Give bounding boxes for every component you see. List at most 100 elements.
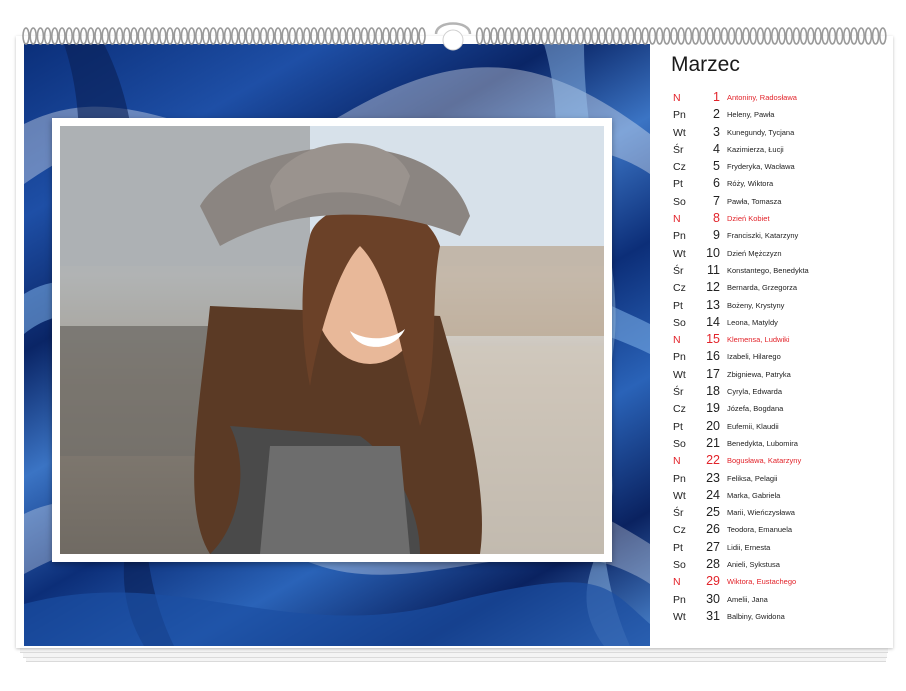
- day-number: 4: [713, 141, 720, 156]
- name-day-label: Bożeny, Krystyny: [727, 300, 785, 310]
- day-number: 31: [706, 608, 720, 623]
- day-number: 3: [713, 124, 720, 139]
- name-day-label: Balbiny, Gwidona: [727, 611, 785, 621]
- month-title: Marzec: [671, 53, 740, 76]
- weekday-label: So: [673, 437, 686, 450]
- name-day-label: Antoniny, Radosława: [727, 93, 797, 102]
- day-row: Cz 19 Józefa, Bogdana: [670, 401, 890, 418]
- day-number: 22: [706, 453, 720, 468]
- day-row: Cz 5 Fryderyka, Wacława: [670, 159, 890, 176]
- day-number: 7: [713, 193, 720, 208]
- portrait-photo: [60, 126, 604, 554]
- weekday-label: So: [673, 559, 686, 572]
- day-row: So 21 Benedykta, Lubomira: [670, 436, 890, 453]
- day-number: 12: [706, 280, 720, 295]
- name-day-label: Pawła, Tomasza: [727, 196, 782, 206]
- day-number: 25: [706, 505, 720, 520]
- name-day-label: Kunegundy, Tycjana: [727, 127, 795, 137]
- weekday-label: Wt: [673, 126, 686, 139]
- name-day-label: Leona, Matyldy: [727, 317, 778, 327]
- calendar-hanger: [434, 22, 472, 51]
- day-row: Wt 24 Marka, Gabriela: [670, 488, 890, 505]
- day-row: Wt 17 Zbigniewa, Patryka: [670, 367, 890, 384]
- weekday-label: Pn: [673, 230, 686, 243]
- day-list: N 1 Antoniny, Radosława Pn 2 Heleny, Pawła Wt 3…: [670, 90, 890, 626]
- day-number: 30: [706, 591, 720, 606]
- weekday-label: Wt: [673, 610, 686, 623]
- day-row: Pt 6 Róży, Wiktora: [670, 176, 890, 193]
- day-number: 10: [706, 245, 720, 260]
- name-day-label: Fryderyka, Wacława: [727, 162, 795, 172]
- day-row: N 8 Dzień Kobiet: [670, 211, 890, 228]
- day-row: Pn 2 Heleny, Pawła: [670, 107, 890, 124]
- day-number: 16: [706, 349, 720, 364]
- day-number: 21: [706, 435, 720, 450]
- weekday-label: Cz: [673, 403, 686, 416]
- day-number: 20: [706, 418, 720, 433]
- day-number: 8: [713, 211, 720, 226]
- day-row: Pn 30 Amelii, Jana: [670, 592, 890, 609]
- name-day-label: Klemensa, Ludwiki: [727, 335, 790, 345]
- day-row: N 29 Wiktora, Eustachego: [670, 574, 890, 591]
- weekday-label: Wt: [673, 368, 686, 381]
- day-number: 15: [706, 332, 720, 347]
- day-row: N 15 Klemensa, Ludwiki: [670, 332, 890, 349]
- day-number: 5: [713, 159, 720, 174]
- day-row: So 7 Pawła, Tomasza: [670, 194, 890, 211]
- day-row: Pt 13 Bożeny, Krystyny: [670, 298, 890, 315]
- weekday-label: Pn: [673, 109, 686, 122]
- day-number: 24: [706, 487, 720, 502]
- day-row: Śr 25 Marii, Wieńczysława: [670, 505, 890, 522]
- weekday-label: Pt: [673, 541, 683, 554]
- name-day-label: Heleny, Pawła: [727, 110, 775, 120]
- day-row: So 14 Leona, Matyldy: [670, 315, 890, 332]
- day-row: Cz 26 Teodora, Emanuela: [670, 522, 890, 539]
- weekday-label: Pt: [673, 299, 683, 312]
- day-row: Wt 10 Dzień Mężczyzn: [670, 246, 890, 263]
- day-number: 28: [706, 557, 720, 572]
- weekday-label: Pt: [673, 178, 683, 191]
- weekday-label: N: [673, 576, 681, 589]
- name-day-label: Feliksa, Pelagii: [727, 473, 778, 483]
- day-row: Wt 3 Kunegundy, Tycjana: [670, 125, 890, 142]
- day-number: 23: [706, 470, 720, 485]
- weekday-label: Pn: [673, 472, 686, 485]
- day-row: Pn 23 Feliksa, Pelagii: [670, 471, 890, 488]
- day-number: 18: [706, 384, 720, 399]
- day-row: Wt 31 Balbiny, Gwidona: [670, 609, 890, 626]
- weekday-label: N: [673, 334, 681, 347]
- weekday-label: So: [673, 195, 686, 208]
- day-number: 14: [706, 314, 720, 329]
- day-number: 17: [706, 366, 720, 381]
- name-day-label: Eufemii, Klaudii: [727, 421, 779, 431]
- name-day-label: Benedykta, Lubomira: [727, 438, 798, 448]
- calendar-page-stack: [26, 658, 886, 662]
- day-row: N 22 Bogusława, Katarzyny: [670, 453, 890, 470]
- name-day-label: Konstantego, Benedykta: [727, 265, 809, 275]
- day-row: Cz 12 Bernarda, Grzegorza: [670, 280, 890, 297]
- weekday-label: Pn: [673, 351, 686, 364]
- weekday-label: So: [673, 316, 686, 329]
- day-row: Pn 9 Franciszki, Katarzyny: [670, 228, 890, 245]
- name-day-label: Lidii, Ernesta: [727, 542, 771, 552]
- day-number: 9: [713, 228, 720, 243]
- weekday-label: Śr: [673, 143, 684, 156]
- weekday-label: Cz: [673, 161, 686, 174]
- day-row: Pt 20 Eufemii, Klaudii: [670, 419, 890, 436]
- weekday-label: Śr: [673, 264, 684, 277]
- name-day-label: Dzień Mężczyzn: [727, 248, 782, 258]
- weekday-label: Śr: [673, 507, 684, 520]
- weekday-label: N: [673, 213, 681, 226]
- name-day-label: Teodora, Emanuela: [727, 525, 793, 535]
- name-day-label: Kazimierza, Łucji: [727, 144, 784, 154]
- name-day-label: Cyryla, Edwarda: [727, 387, 783, 397]
- day-row: So 28 Anieli, Sykstusa: [670, 557, 890, 574]
- day-number: 11: [707, 262, 720, 277]
- calendar-page-stack: [20, 648, 888, 653]
- day-number: 6: [713, 176, 720, 191]
- day-number: 27: [706, 539, 720, 554]
- name-day-label: Bogusława, Katarzyny: [727, 456, 802, 466]
- name-day-label: Józefa, Bogdana: [727, 404, 784, 414]
- calendar-page-stack: [23, 653, 887, 658]
- name-day-label: Marii, Wieńczysława: [727, 508, 795, 518]
